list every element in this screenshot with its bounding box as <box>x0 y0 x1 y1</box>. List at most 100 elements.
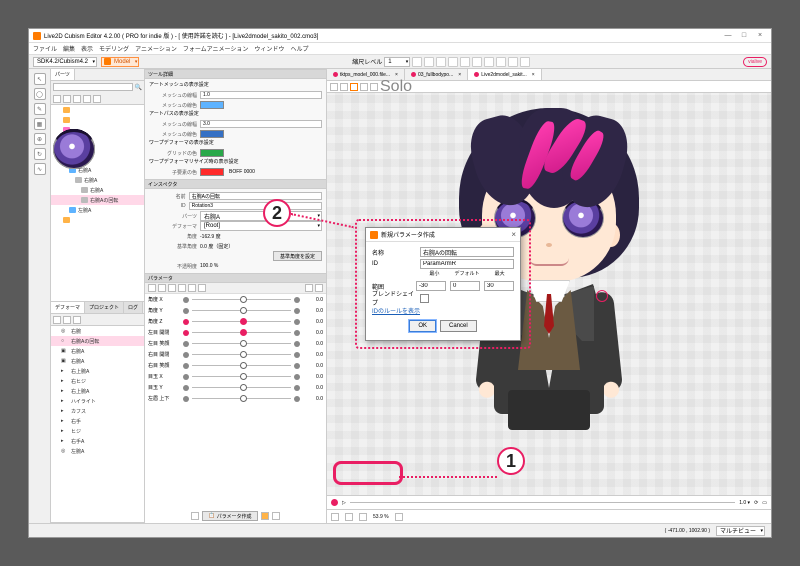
tree-row[interactable]: ▣右腕A <box>51 356 144 366</box>
canvas-status-icon[interactable] <box>345 513 353 521</box>
set-baseangle-button[interactable]: 基準角度を設定 <box>273 251 322 261</box>
param-tool-icon[interactable] <box>305 284 313 292</box>
deformer-tool-icon[interactable] <box>73 316 81 324</box>
tree-row[interactable]: ◎左腕A <box>51 446 144 456</box>
key-dot-icon[interactable] <box>294 396 300 402</box>
rotation-tool-icon[interactable]: ↻ <box>34 148 46 160</box>
key-dot-icon[interactable] <box>183 319 189 325</box>
lock-icon[interactable] <box>53 438 59 444</box>
parameter-row[interactable]: 左目 開閉0.0 <box>145 327 326 338</box>
tree-row[interactable]: ▸ハイライト <box>51 396 144 406</box>
tree-row[interactable]: 右腕A <box>51 185 144 195</box>
key-dot-icon[interactable] <box>294 385 300 391</box>
lasso-tool-icon[interactable]: ◯ <box>34 88 46 100</box>
deform-tool-icon[interactable]: ▦ <box>34 118 46 130</box>
lock-icon[interactable] <box>53 398 59 404</box>
toolbar-icon[interactable] <box>520 57 530 67</box>
lock-icon[interactable] <box>53 368 59 374</box>
menu-edit[interactable]: 編集 <box>63 44 75 53</box>
param-slider[interactable] <box>192 310 291 311</box>
parameter-row[interactable]: 角度 X0.0 <box>145 294 326 305</box>
menu-file[interactable]: ファイル <box>33 44 57 53</box>
color-chip[interactable] <box>200 130 224 138</box>
canvas-tool-icon[interactable] <box>360 83 368 91</box>
mesh-linewidth-input[interactable] <box>200 91 322 99</box>
param-tool-icon[interactable] <box>148 284 156 292</box>
lock-icon[interactable] <box>53 418 59 424</box>
menu-window[interactable]: ウィンドウ <box>254 44 284 53</box>
lock-icon[interactable] <box>53 408 59 414</box>
param-slider[interactable] <box>192 332 291 333</box>
tree-row[interactable]: ▸右手 <box>51 416 144 426</box>
tree-row[interactable]: 右腕A <box>51 175 144 185</box>
menu-animation[interactable]: アニメーション <box>135 44 177 53</box>
param-slider[interactable] <box>192 354 291 355</box>
project-tab[interactable]: プロジェクト <box>85 302 124 313</box>
parameter-row[interactable]: 右目 開閉0.0 <box>145 349 326 360</box>
lock-icon[interactable] <box>53 107 59 113</box>
param-tool-icon[interactable] <box>158 284 166 292</box>
lock-icon[interactable] <box>53 448 59 454</box>
name-input[interactable] <box>189 192 322 200</box>
parameter-row[interactable]: 右目 笑顔0.0 <box>145 360 326 371</box>
id-input[interactable] <box>189 202 322 210</box>
param-slider[interactable] <box>192 365 291 366</box>
zoom-level-dropdown[interactable]: 1 <box>384 57 410 67</box>
parts-tool-icon[interactable] <box>63 95 71 103</box>
tree-row[interactable]: 右腕Aの回転 <box>51 195 144 205</box>
zoom-value[interactable]: 53.9 % <box>373 514 389 520</box>
speed-dropdown[interactable]: 1.0 ▾ <box>739 500 750 506</box>
key-dot-icon[interactable] <box>183 297 189 303</box>
deformer-tool-icon[interactable] <box>53 316 61 324</box>
lock-icon[interactable] <box>53 358 59 364</box>
canvas-status-icon[interactable] <box>395 513 403 521</box>
canvas-tool-icon[interactable] <box>350 83 358 91</box>
param-slider[interactable] <box>192 398 291 399</box>
tree-row[interactable]: ▸ヒジ <box>51 426 144 436</box>
menu-view[interactable]: 表示 <box>81 44 93 53</box>
key-dot-icon[interactable] <box>183 396 189 402</box>
lock-icon[interactable] <box>53 217 59 223</box>
canvas-status-icon[interactable] <box>331 513 339 521</box>
lock-icon[interactable] <box>53 378 59 384</box>
param-folder-icon[interactable] <box>261 512 269 520</box>
parts-tool-icon[interactable] <box>53 95 61 103</box>
key-dot-icon[interactable] <box>183 352 189 358</box>
timeline-icon[interactable]: ▭ <box>762 500 767 506</box>
lock-icon[interactable] <box>53 187 59 193</box>
key-dot-icon[interactable] <box>183 363 189 369</box>
brush-tool-icon[interactable]: ✎ <box>34 103 46 115</box>
tree-row[interactable]: ○右腕Aの回転 <box>51 336 144 346</box>
play-icon[interactable]: ▷ <box>342 500 346 506</box>
toolbar-icon[interactable] <box>436 57 446 67</box>
loop-icon[interactable]: ⟳ <box>754 500 758 506</box>
vialive-button[interactable]: vialive <box>743 57 767 67</box>
menu-modeling[interactable]: モデリング <box>99 44 129 53</box>
key-dot-icon[interactable] <box>183 374 189 380</box>
param-slider[interactable] <box>192 387 291 388</box>
sdk-dropdown[interactable]: SDK4.2/Cubism4.2 <box>33 57 97 67</box>
minimize-button[interactable]: — <box>721 31 735 41</box>
tree-row[interactable]: ▸右上腕A <box>51 386 144 396</box>
key-dot-icon[interactable] <box>294 308 300 314</box>
lock-icon[interactable] <box>53 388 59 394</box>
tree-row[interactable]: ◎右腕 <box>51 326 144 336</box>
parameter-row[interactable]: 左眉 上下0.0 <box>145 393 326 404</box>
toolbar-icon[interactable] <box>472 57 482 67</box>
param-tool-icon[interactable] <box>168 284 176 292</box>
lock-icon[interactable] <box>53 328 59 334</box>
tree-row[interactable]: ▣右腕A <box>51 346 144 356</box>
key-dot-icon[interactable] <box>294 330 300 336</box>
deformer-tool-icon[interactable] <box>63 316 71 324</box>
parameter-row[interactable]: 角度 Z0.0 <box>145 316 326 327</box>
key-dot-icon[interactable] <box>183 341 189 347</box>
log-tab[interactable]: ログ <box>124 302 143 313</box>
create-parameter-button[interactable]: 📋 パラメータ作成 <box>202 511 257 521</box>
parts-tool-icon[interactable] <box>93 95 101 103</box>
lock-icon[interactable] <box>53 428 59 434</box>
canvas-tab-active[interactable]: Live2dmodel_sakit...× <box>468 69 542 80</box>
toolbar-icon[interactable] <box>496 57 506 67</box>
menu-formanimation[interactable]: フォームアニメーション <box>183 44 249 53</box>
key-dot-icon[interactable] <box>294 374 300 380</box>
color-chip[interactable] <box>200 168 224 176</box>
